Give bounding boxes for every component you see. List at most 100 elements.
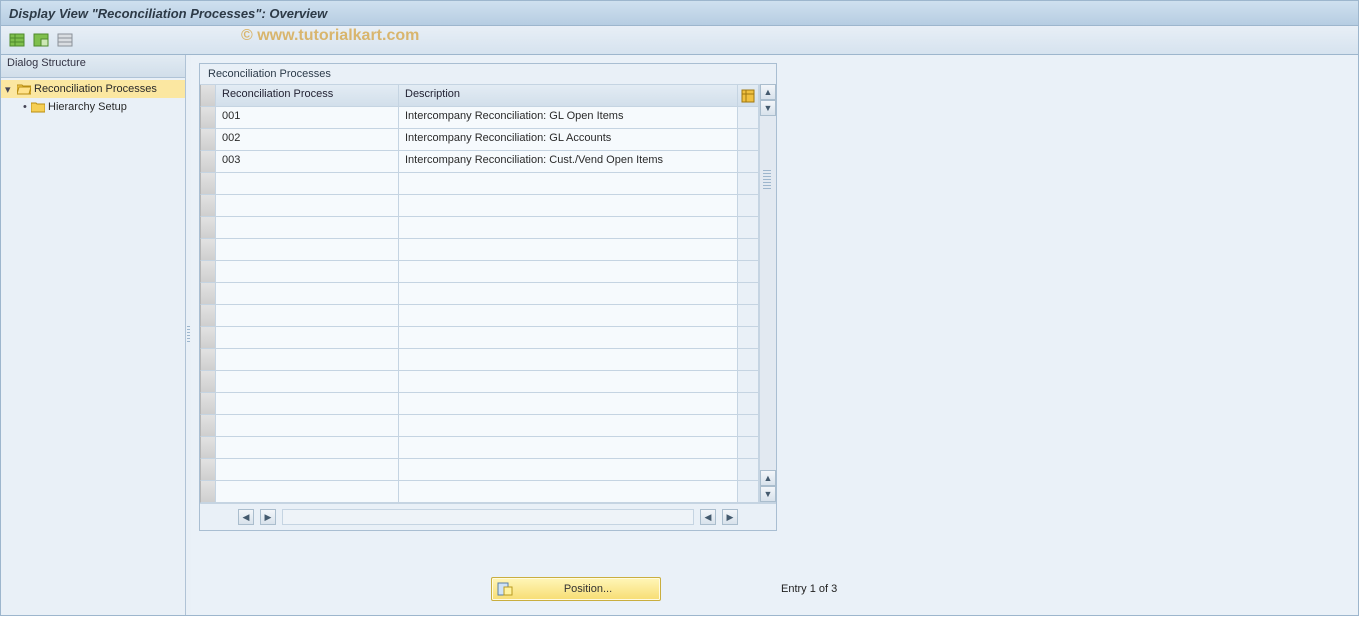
cell-process[interactable]: 002	[215, 129, 398, 151]
tree-node-reconciliation-processes[interactable]: ▾ Reconciliation Processes	[1, 80, 185, 98]
cell-description[interactable]	[398, 349, 737, 371]
table-row-empty[interactable]	[200, 261, 758, 283]
cell-description[interactable]	[398, 415, 737, 437]
table-row[interactable]: 003Intercompany Reconciliation: Cust./Ve…	[200, 151, 758, 173]
row-selector[interactable]	[200, 151, 215, 173]
cell-description[interactable]	[398, 327, 737, 349]
row-selector[interactable]	[200, 481, 215, 503]
row-selector[interactable]	[200, 173, 215, 195]
cell-description[interactable]	[398, 195, 737, 217]
table-row-empty[interactable]	[200, 283, 758, 305]
cell-process[interactable]	[215, 305, 398, 327]
cell-description[interactable]	[398, 173, 737, 195]
row-selector[interactable]	[200, 283, 215, 305]
row-selector[interactable]	[200, 371, 215, 393]
cell-process[interactable]	[215, 173, 398, 195]
vertical-scrollbar[interactable]: ▲ ▼ ▲ ▼	[759, 84, 776, 503]
table-row-empty[interactable]	[200, 173, 758, 195]
toolbar-btn-3[interactable]	[55, 31, 75, 49]
cell-process[interactable]: 003	[215, 151, 398, 173]
scroll-down-button[interactable]: ▼	[760, 100, 776, 116]
table-row-empty[interactable]	[200, 371, 758, 393]
cell-description[interactable]: Intercompany Reconciliation: GL Open Ite…	[398, 107, 737, 129]
cell-process[interactable]	[215, 437, 398, 459]
cell-description[interactable]	[398, 437, 737, 459]
toolbar-btn-1[interactable]	[7, 31, 27, 49]
col-header-process[interactable]: Reconciliation Process	[215, 85, 398, 107]
table-row-empty[interactable]	[200, 217, 758, 239]
cell-process[interactable]	[215, 481, 398, 503]
cell-description[interactable]	[398, 217, 737, 239]
cell-pad	[737, 283, 758, 305]
cell-description[interactable]	[398, 459, 737, 481]
row-selector[interactable]	[200, 459, 215, 481]
table-row-empty[interactable]	[200, 415, 758, 437]
scroll-left-button-2[interactable]: ◀	[700, 509, 716, 525]
row-selector[interactable]	[200, 415, 215, 437]
cell-description[interactable]	[398, 371, 737, 393]
position-button[interactable]: Position...	[491, 577, 661, 601]
table-row-empty[interactable]	[200, 195, 758, 217]
cell-description[interactable]	[398, 305, 737, 327]
cell-process[interactable]	[215, 371, 398, 393]
scroll-left-button[interactable]: ◀	[238, 509, 254, 525]
cell-pad	[737, 107, 758, 129]
row-selector[interactable]	[200, 349, 215, 371]
scroll-up-button[interactable]: ▲	[760, 84, 776, 100]
scroll-up-button-2[interactable]: ▲	[760, 470, 776, 486]
cell-process[interactable]	[215, 261, 398, 283]
grid-corner[interactable]	[200, 85, 215, 107]
cell-pad	[737, 129, 758, 151]
table-row-empty[interactable]	[200, 437, 758, 459]
cell-pad	[737, 481, 758, 503]
h-scroll-track[interactable]	[282, 509, 694, 525]
cell-process[interactable]	[215, 195, 398, 217]
row-selector[interactable]	[200, 305, 215, 327]
cell-description[interactable]: Intercompany Reconciliation: Cust./Vend …	[398, 151, 737, 173]
scroll-right-button[interactable]: ▶	[260, 509, 276, 525]
table-row-empty[interactable]	[200, 481, 758, 503]
table-row-empty[interactable]	[200, 327, 758, 349]
scroll-right-button-2[interactable]: ▶	[722, 509, 738, 525]
table-row-empty[interactable]	[200, 393, 758, 415]
position-button-label: Position...	[520, 583, 656, 595]
cell-process[interactable]	[215, 327, 398, 349]
row-selector[interactable]	[200, 327, 215, 349]
cell-description[interactable]	[398, 239, 737, 261]
table-row-empty[interactable]	[200, 239, 758, 261]
row-selector[interactable]	[200, 217, 215, 239]
row-selector[interactable]	[200, 195, 215, 217]
row-selector[interactable]	[200, 393, 215, 415]
tree-toggle-icon[interactable]: ▾	[5, 83, 15, 96]
row-selector[interactable]	[200, 239, 215, 261]
cell-process[interactable]	[215, 415, 398, 437]
cell-process[interactable]	[215, 283, 398, 305]
table-row[interactable]: 002Intercompany Reconciliation: GL Accou…	[200, 129, 758, 151]
cell-description[interactable]	[398, 481, 737, 503]
scroll-down-button-2[interactable]: ▼	[760, 486, 776, 502]
table-row-empty[interactable]	[200, 349, 758, 371]
cell-process[interactable]	[215, 349, 398, 371]
row-selector[interactable]	[200, 437, 215, 459]
table-row-empty[interactable]	[200, 459, 758, 481]
table-row[interactable]: 001Intercompany Reconciliation: GL Open …	[200, 107, 758, 129]
row-selector[interactable]	[200, 107, 215, 129]
row-selector[interactable]	[200, 261, 215, 283]
row-selector[interactable]	[200, 129, 215, 151]
toolbar-btn-2[interactable]	[31, 31, 51, 49]
cell-process[interactable]: 001	[215, 107, 398, 129]
cell-description[interactable]	[398, 393, 737, 415]
tree-node-hierarchy-setup[interactable]: • Hierarchy Setup	[1, 98, 185, 116]
cell-description[interactable]: Intercompany Reconciliation: GL Accounts	[398, 129, 737, 151]
cell-description[interactable]	[398, 261, 737, 283]
configure-columns-button[interactable]	[737, 85, 758, 107]
table-green-icon	[9, 33, 25, 47]
cell-process[interactable]	[215, 217, 398, 239]
cell-process[interactable]	[215, 459, 398, 481]
cell-description[interactable]	[398, 283, 737, 305]
table-row-empty[interactable]	[200, 305, 758, 327]
cell-process[interactable]	[215, 239, 398, 261]
col-header-description[interactable]: Description	[398, 85, 737, 107]
cell-process[interactable]	[215, 393, 398, 415]
main-area: Reconciliation Processes Reconciliation …	[191, 55, 1358, 615]
